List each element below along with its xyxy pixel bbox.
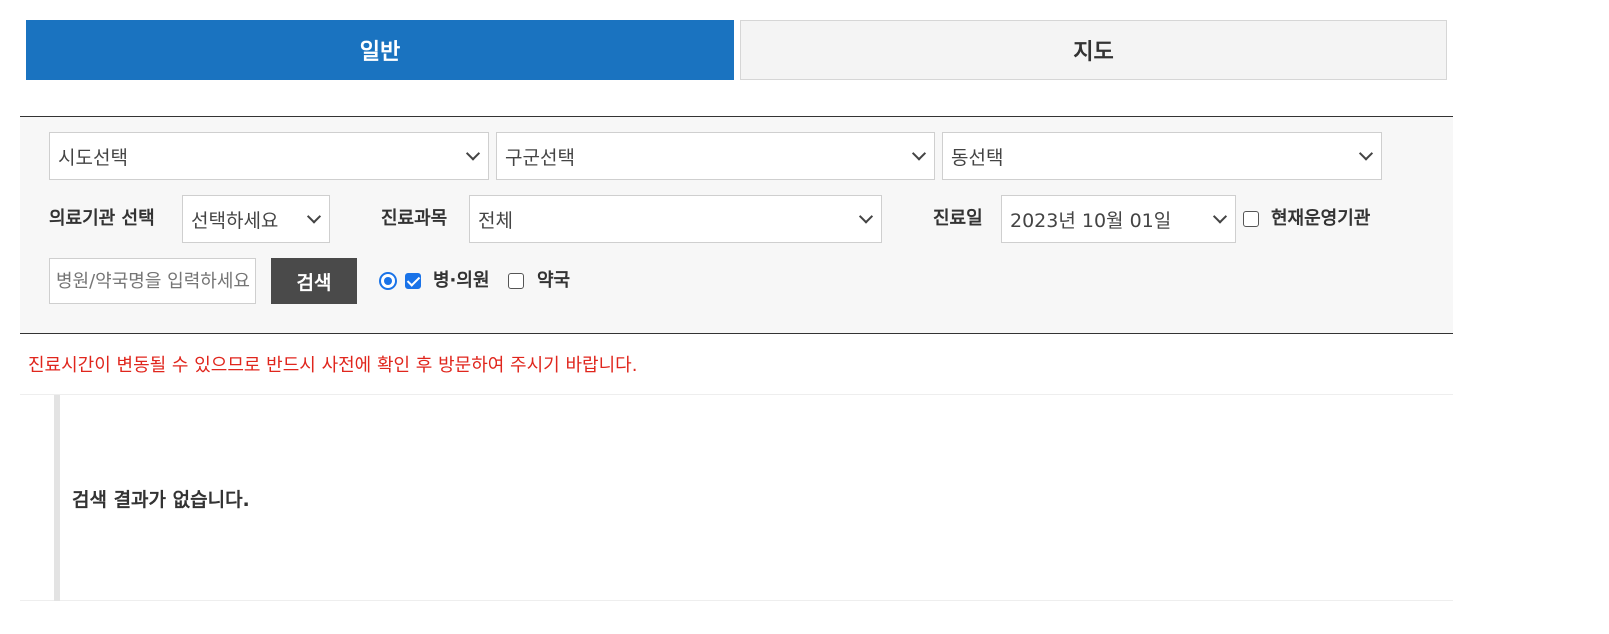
chevron-down-icon [306, 209, 322, 224]
chevron-down-icon [1212, 209, 1228, 224]
pharmacy-label: 약국 [537, 270, 571, 291]
search-button[interactable]: 검색 [271, 258, 357, 304]
department-select[interactable]: 전체 [469, 195, 882, 243]
institution-select-value: 선택하세요 [191, 209, 279, 232]
pharmacy-checkbox[interactable] [508, 273, 524, 289]
date-select-value: 2023년 10월 01일 [1010, 209, 1172, 232]
tab-map[interactable]: 지도 [740, 20, 1447, 80]
department-select-value: 전체 [478, 209, 513, 232]
search-panel: 시도선택 구군선택 동선택 의료기관 선택 선택하세요 진료과목 전체 진료일 … [20, 116, 1453, 334]
type-radio[interactable] [379, 272, 397, 290]
view-tabs: 일반 지도 [26, 20, 1447, 80]
chevron-down-icon [465, 146, 481, 161]
gugun-select-value: 구군선택 [505, 146, 575, 169]
dong-select[interactable]: 동선택 [942, 132, 1382, 180]
open-now-label: 현재운영기관 [1271, 208, 1371, 229]
hospital-checkbox[interactable] [405, 273, 421, 289]
open-now-checkbox[interactable] [1243, 211, 1259, 227]
dong-select-value: 동선택 [951, 146, 1004, 169]
empty-results-message: 검색 결과가 없습니다. [72, 489, 250, 511]
chevron-down-icon [911, 146, 927, 161]
sido-select[interactable]: 시도선택 [49, 132, 489, 180]
results-accent-bar [54, 395, 60, 601]
notice-text: 진료시간이 변동될 수 있으므로 반드시 사전에 확인 후 방문하여 주시기 바… [28, 355, 638, 376]
search-input[interactable] [49, 258, 256, 304]
hospital-label: 병·의원 [433, 270, 490, 291]
department-label: 진료과목 [381, 208, 448, 229]
tab-general[interactable]: 일반 [26, 20, 734, 80]
institution-label: 의료기관 선택 [49, 208, 155, 229]
results-area: 검색 결과가 없습니다. [20, 395, 1453, 601]
gugun-select[interactable]: 구군선택 [496, 132, 935, 180]
date-label: 진료일 [933, 208, 983, 229]
sido-select-value: 시도선택 [58, 146, 128, 169]
date-select[interactable]: 2023년 10월 01일 [1001, 195, 1236, 243]
chevron-down-icon [858, 209, 874, 224]
institution-select[interactable]: 선택하세요 [182, 195, 330, 243]
chevron-down-icon [1358, 146, 1374, 161]
